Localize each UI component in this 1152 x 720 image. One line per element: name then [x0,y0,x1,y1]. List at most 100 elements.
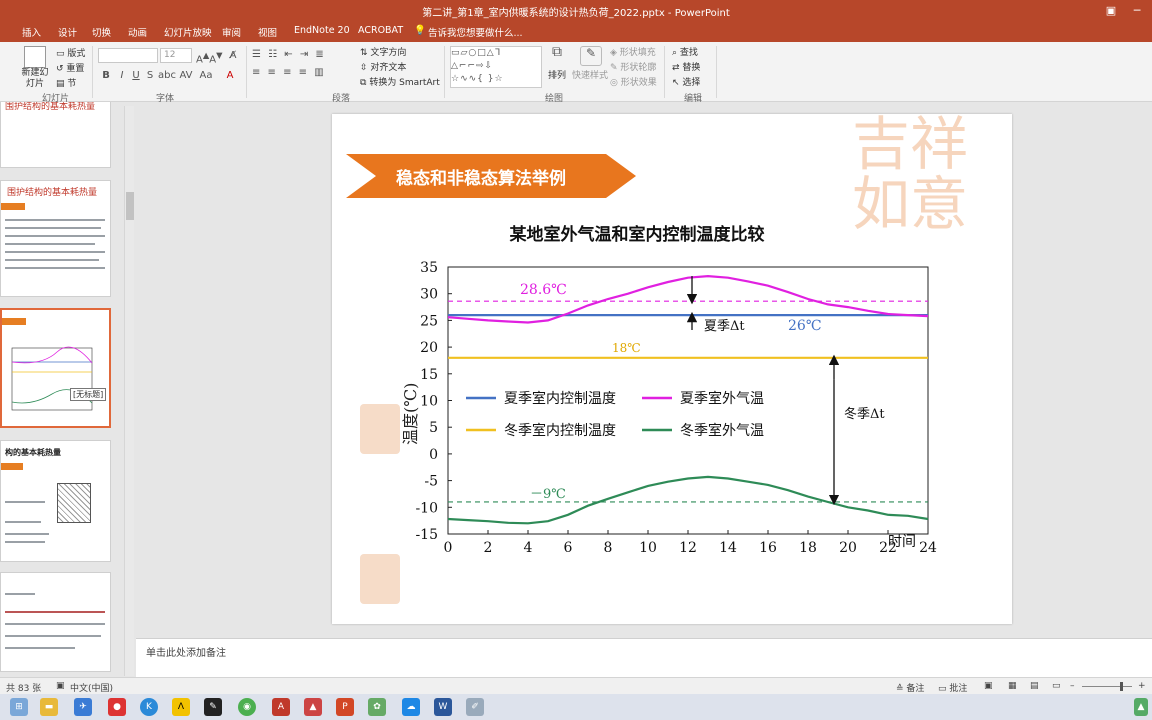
notes-pane[interactable]: 单击此处添加备注 [136,638,1152,677]
minimize-button[interactable]: ─ [1124,2,1150,20]
notes-button[interactable]: ≙ 备注 [896,681,924,694]
smartart-button[interactable]: ⧉ 转换为 SmartArt [360,75,440,88]
find-button[interactable]: ⌕ 查找 [672,45,698,58]
thumbnail-slide-2[interactable]: 围护结构的基本耗热量 [0,180,111,297]
reading-view-icon[interactable]: ▤ [1030,681,1039,691]
arrange-button[interactable]: 排列 [548,68,566,81]
font-size-field[interactable]: 12 [160,48,192,63]
shadow-icon[interactable]: S [144,69,156,82]
legend-label: 夏季室外气温 [680,390,764,407]
chrome-icon[interactable]: ◉ [238,698,256,716]
tab-view[interactable]: 视图 [258,25,277,39]
reset-button[interactable]: ↺ 重置 [56,61,84,74]
arrange-icon[interactable]: ⧉ [548,45,566,66]
start-icon[interactable]: ⊞ [10,698,28,716]
grow-shrink-font-icon[interactable]: A▲A▼ [196,49,223,66]
strikethrough-icon[interactable]: abc [158,69,176,82]
shape-effects-label: 形状效果 [620,78,657,88]
shapes-gallery[interactable]: ▭▱○□△ᒣ △⌐⌐⇨⇩ ☆∿∿{ }☆ [450,46,542,88]
language-indicator[interactable]: 中文(中国) [70,681,113,694]
font-name-field[interactable] [98,48,158,63]
scrollbar-thumb[interactable] [126,192,134,220]
tell-me-box[interactable]: 告诉我您想要做什么... [428,25,523,39]
clear-format-icon[interactable]: A̸ [226,49,240,62]
shape-fill-button[interactable]: ◈ 形状填充 [610,45,656,58]
pdf-app-icon[interactable]: ▲ [304,698,322,716]
layout-button[interactable]: ▭ 版式 [56,46,85,59]
underline-icon[interactable]: U [130,69,142,82]
powerpoint-icon[interactable]: P [336,698,354,716]
spellcheck-icon[interactable]: ▣ [56,681,65,691]
thumbnail-scrollbar[interactable] [124,106,134,676]
tray-icon[interactable]: ▲ [1134,698,1148,716]
select-button[interactable]: ↖ 选择 [672,75,700,88]
k-app-icon[interactable]: K [140,698,158,716]
new-slide-icon[interactable] [24,46,46,68]
slideshow-icon[interactable]: ▭ [1052,681,1061,691]
x-tick-label: 4 [524,540,533,556]
shape-outline-button[interactable]: ✎ 形状轮廓 [610,60,656,73]
new-slide-button[interactable]: 新建幻灯片 [20,68,50,90]
font-color-icon[interactable]: A [222,69,238,82]
app-icon[interactable]: ● [108,698,126,716]
zoom-out-icon[interactable]: – [1070,681,1075,691]
acrobat-icon[interactable]: A [272,698,290,716]
paint-icon[interactable]: ✐ [466,698,484,716]
tab-review[interactable]: 审阅 [222,25,241,39]
align-text-icon: ⇳ [360,63,368,73]
text-direction-button[interactable]: ⇅ 文字方向 [360,45,406,58]
separator [246,46,247,98]
feishu-icon[interactable]: ✈ [74,698,92,716]
x-axis-label: 时间 [888,534,916,550]
section-button[interactable]: ▤ 节 [56,76,76,89]
align-text-button[interactable]: ⇳ 对齐文本 [360,60,406,73]
y-tick-label: 0 [429,447,438,463]
file-explorer-icon[interactable]: ▬ [40,698,58,716]
thumbnail-slide-5[interactable] [0,572,111,672]
zoom-in-icon[interactable]: + [1138,681,1146,691]
select-label: 选择 [682,78,701,88]
zoom-slider[interactable] [1082,686,1132,687]
thumbnail-slide-1[interactable]: 围护结构的基本耗热量 [0,102,111,168]
text-line [5,635,101,637]
tab-endnote[interactable]: EndNote 20 [294,25,350,36]
replace-button[interactable]: ⇄ 替换 [672,60,700,73]
tooltip: [无标题] [70,388,107,401]
slide-count: 共 83 张 [6,684,42,694]
change-case-icon[interactable]: Aa [198,69,214,82]
tab-animations[interactable]: 动画 [128,25,147,39]
text-line [5,227,101,229]
comments-button[interactable]: ▭ 批注 [938,681,967,694]
tab-transitions[interactable]: 切换 [92,25,111,39]
shape-effects-button[interactable]: ◎ 形状效果 [610,75,657,88]
text-line [5,251,105,253]
italic-icon[interactable]: I [116,69,128,82]
list-indent-icons[interactable]: ☰ ☷ ⇤ ⇥ ≣ [252,48,342,61]
quick-styles-button[interactable]: 快速样式 [572,68,608,81]
thumbnail-slide-3-selected[interactable]: [无标题] [0,308,111,428]
text-line [5,541,45,543]
bold-icon[interactable]: B [100,69,112,82]
char-spacing-icon[interactable]: AV [178,69,194,82]
quick-styles-icon[interactable]: ✎ [580,46,602,66]
normal-view-icon[interactable]: ▣ [984,681,993,691]
cloud-app-icon[interactable]: ☁ [402,698,420,716]
zoom-slider-thumb[interactable] [1120,682,1123,691]
a-app-icon[interactable]: Λ [172,698,190,716]
app-icon[interactable]: ✿ [368,698,386,716]
tab-design[interactable]: 设计 [58,25,77,39]
section-icon: ▤ [56,79,65,89]
word-icon[interactable]: W [434,698,452,716]
alignment-icons[interactable]: ≡ ≡ ≡ ≡ ▥ [252,66,342,79]
thumbnail-slide-4[interactable]: 构的基本耗热量 [0,440,111,562]
annotation-18: 18℃ [612,341,641,355]
slide-sorter-icon[interactable]: ▦ [1008,681,1017,691]
tab-insert[interactable]: 插入 [22,25,41,39]
ribbon-display-icon[interactable]: ▣ [1098,2,1124,20]
tab-acrobat[interactable]: ACROBAT [358,25,403,36]
tab-slideshow[interactable]: 幻灯片放映 [164,25,212,39]
notes-app-icon[interactable]: ✎ [204,698,222,716]
slide-canvas[interactable]: 吉祥 如意 稳态和非稳态算法举例 某地室外气温和室内控制温度比较 0 2 4 6 8 10 1… [332,114,1012,624]
notes-label: 备注 [906,684,925,694]
cursor-icon: ↖ [672,78,680,88]
